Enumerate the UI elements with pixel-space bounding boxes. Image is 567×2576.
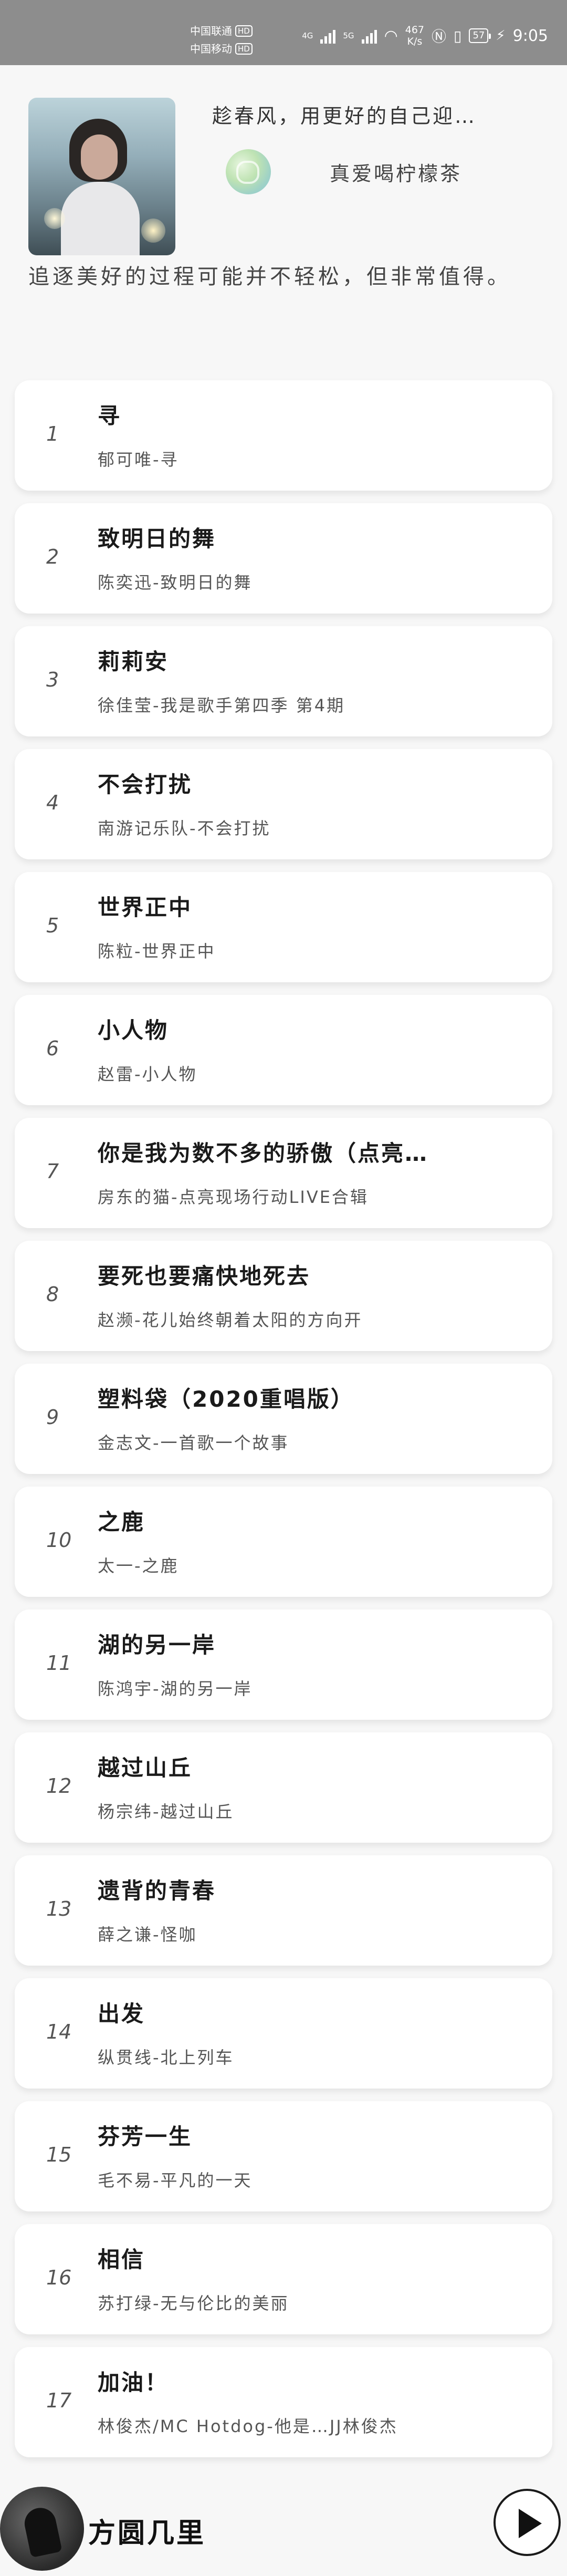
play-button[interactable] <box>494 2489 561 2556</box>
album-cover[interactable] <box>0 2487 84 2571</box>
song-card[interactable]: 3 莉莉安徐佳莹-我是歌手第四季 第4期 <box>15 626 552 736</box>
network-type-2: 5G <box>343 31 354 40</box>
signal-strength-icon <box>320 28 336 44</box>
song-title: 不会打扰 <box>98 772 193 797</box>
song-index: 11 <box>46 1651 72 1675</box>
song-title: 加油！ <box>98 2370 169 2395</box>
song-title: 塑料袋（2020重唱版） <box>98 1386 354 1412</box>
network-type-1: 4G <box>302 31 313 40</box>
song-index: 14 <box>46 2020 72 2043</box>
song-artist-album: 杨宗纬-越过山丘 <box>98 1802 234 1822</box>
song-index: 3 <box>46 668 59 691</box>
song-title: 小人物 <box>98 1017 169 1043</box>
song-card[interactable]: 1 寻郁可唯-寻 <box>15 380 552 491</box>
song-card[interactable]: 17 加油！ 林俊杰/MC Hotdog-他是…JJ林俊杰 <box>15 2347 552 2457</box>
song-artist-album: 纵贯线-北上列车 <box>98 2048 234 2068</box>
song-list: 1 寻郁可唯-寻 2 致明日的舞陈奕迅-致明日的舞 3 莉莉安徐佳莹-我是歌手第四季 第4… <box>15 380 552 2470</box>
song-card[interactable]: 13 遗背的青春薛之谦-怪咖 <box>15 1855 552 1966</box>
song-title: 你是我为数不多的骄傲（点亮… <box>98 1140 429 1166</box>
song-index: 7 <box>46 1160 59 1183</box>
nfc-icon: Ⓝ <box>432 28 447 45</box>
song-card[interactable]: 11 湖的另一岸陈鸿宇-湖的另一岸 <box>15 1609 552 1720</box>
song-index: 16 <box>46 2266 72 2289</box>
status-bar: 中国联通 HD 中国移动 HD 4G 5G ◠ 467 K/s Ⓝ ▯ 57 ⚡… <box>0 0 567 65</box>
song-title: 寻 <box>98 403 122 429</box>
song-artist-album: 赵濒-花儿始终朝着太阳的方向开 <box>98 1310 363 1330</box>
song-card[interactable]: 16 相信苏打绿-无与伦比的美丽 <box>15 2224 552 2334</box>
song-card[interactable]: 4 不会打扰南游记乐队-不会打扰 <box>15 749 552 859</box>
song-index: 6 <box>46 1037 59 1060</box>
carrier-1: 中国联通 <box>190 25 232 37</box>
song-title: 湖的另一岸 <box>98 1632 216 1658</box>
song-card[interactable]: 5 世界正中陈粒-世界正中 <box>15 872 552 982</box>
user-name[interactable]: 真爱喝柠檬茶 <box>330 158 462 186</box>
song-index: 1 <box>46 422 59 445</box>
song-artist-album: 南游记乐队-不会打扰 <box>98 818 271 838</box>
song-artist-album: 苏打绿-无与伦比的美丽 <box>98 2293 289 2313</box>
carrier-2: 中国移动 <box>190 43 232 55</box>
song-card[interactable]: 6 小人物赵雷-小人物 <box>15 995 552 1105</box>
hd-badge-2: HD <box>235 43 253 55</box>
song-card[interactable]: 12 越过山丘杨宗纬-越过山丘 <box>15 1732 552 1843</box>
header-title: 趁春风，用更好的自己迎… <box>212 105 477 128</box>
vibrate-icon: ▯ <box>454 27 462 45</box>
song-title: 芬芳一生 <box>98 2124 193 2149</box>
wifi-icon: ◠ <box>384 26 398 45</box>
song-card[interactable]: 2 致明日的舞陈奕迅-致明日的舞 <box>15 503 552 614</box>
song-index: 9 <box>46 1406 59 1429</box>
carrier-info: 中国联通 HD 中国移动 HD <box>190 22 253 58</box>
song-artist-album: 徐佳莹-我是歌手第四季 第4期 <box>98 695 345 715</box>
song-artist-album: 林俊杰/MC Hotdog-他是…JJ林俊杰 <box>98 2416 398 2436</box>
song-index: 15 <box>46 2143 72 2166</box>
play-icon <box>519 2509 542 2538</box>
song-title: 致明日的舞 <box>98 526 216 552</box>
song-title: 之鹿 <box>98 1509 145 1535</box>
song-index: 17 <box>46 2389 72 2412</box>
song-index: 4 <box>46 791 59 814</box>
song-artist-album: 房东的猫-点亮现场行动LIVE合辑 <box>98 1187 369 1207</box>
song-card[interactable]: 15 芬芳一生毛不易-平凡的一天 <box>15 2101 552 2211</box>
song-artist-album: 金志文-一首歌一个故事 <box>98 1433 289 1453</box>
lemon-avatar-icon[interactable] <box>226 149 271 194</box>
song-card[interactable]: 10 之鹿太一-之鹿 <box>15 1487 552 1597</box>
profile-photo[interactable] <box>28 98 175 255</box>
song-card[interactable]: 9 塑料袋（2020重唱版） 金志文-一首歌一个故事 <box>15 1364 552 1474</box>
song-title: 相信 <box>98 2247 145 2272</box>
song-index: 10 <box>46 1529 72 1552</box>
song-title: 世界正中 <box>98 895 193 920</box>
song-index: 13 <box>46 1897 72 1920</box>
song-title: 要死也要痛快地死去 <box>98 1263 311 1289</box>
song-index: 2 <box>46 545 59 568</box>
song-artist-album: 郁可唯-寻 <box>98 450 179 470</box>
song-artist-album: 陈奕迅-致明日的舞 <box>98 573 253 593</box>
song-title: 出发 <box>98 2001 145 2027</box>
song-title: 莉莉安 <box>98 649 169 674</box>
battery-icon: 57 <box>469 28 491 43</box>
signal-strength-icon-2 <box>361 28 377 44</box>
song-card[interactable]: 14 出发纵贯线-北上列车 <box>15 1978 552 2089</box>
song-title: 遗背的青春 <box>98 1878 216 1904</box>
profile-motto: 追逐美好的过程可能并不轻松，但非常值得。 <box>28 265 511 289</box>
song-card[interactable]: 8 要死也要痛快地死去赵濒-花儿始终朝着太阳的方向开 <box>15 1241 552 1351</box>
song-title: 越过山丘 <box>98 1755 193 1781</box>
song-card[interactable]: 7 你是我为数不多的骄傲（点亮… 房东的猫-点亮现场行动LIVE合辑 <box>15 1118 552 1228</box>
player-bar: 方圆几里 <box>0 2481 567 2576</box>
now-playing-title[interactable]: 方圆几里 <box>88 2511 206 2550</box>
network-speed: 467 K/s <box>405 24 425 47</box>
song-index: 8 <box>46 1283 59 1306</box>
song-artist-album: 赵雷-小人物 <box>98 1064 197 1084</box>
charging-icon: ⚡ <box>496 28 506 44</box>
song-artist-album: 陈粒-世界正中 <box>98 941 216 961</box>
song-index: 5 <box>46 914 59 937</box>
song-artist-album: 毛不易-平凡的一天 <box>98 2170 253 2190</box>
song-index: 12 <box>46 1774 72 1798</box>
song-artist-album: 薛之谦-怪咖 <box>98 1925 197 1945</box>
song-artist-album: 陈鸿宇-湖的另一岸 <box>98 1679 253 1699</box>
hd-badge-1: HD <box>235 25 253 37</box>
clock: 9:05 <box>512 26 548 45</box>
song-artist-album: 太一-之鹿 <box>98 1556 179 1576</box>
